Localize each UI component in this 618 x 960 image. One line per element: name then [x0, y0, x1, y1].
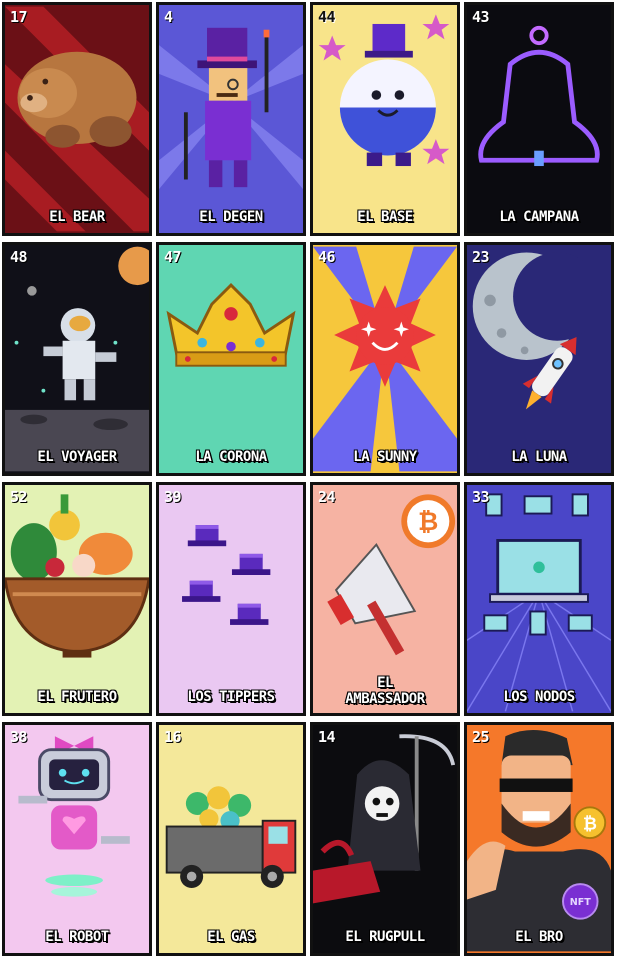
card-number: 25	[472, 728, 490, 746]
card-title: EL RUGPULL	[345, 929, 425, 945]
card-number: 16	[164, 728, 182, 746]
card-title: EL VOYAGER	[37, 449, 117, 465]
card-la-campana[interactable]: 43 LA CAMPANA	[464, 2, 614, 236]
card-title: EL BRO	[515, 929, 563, 945]
card-number: 14	[318, 728, 336, 746]
card-number: 24	[318, 488, 336, 506]
card-title: LA SUNNY	[353, 449, 417, 465]
card-la-corona[interactable]: 47 LA CORONA	[156, 242, 306, 476]
card-number: 23	[472, 248, 490, 266]
card-title: LA CAMPANA	[499, 209, 579, 225]
bro-bitcoin-illustration: NFT ₿	[467, 730, 611, 952]
card-title: EL FRUTERO	[37, 689, 117, 705]
card-number: 33	[472, 488, 490, 506]
card-title: EL AMBASSADOR	[345, 675, 425, 707]
card-el-bear[interactable]: 17 EL BEAR	[2, 2, 152, 236]
nft-badge: NFT	[570, 897, 592, 908]
card-title: LA LUNA	[511, 449, 567, 465]
card-el-degen[interactable]: 4 EL DEGEN	[156, 2, 306, 236]
card-number: 38	[10, 728, 28, 746]
card-el-frutero[interactable]: 52 EL FRUTERO	[2, 482, 152, 716]
degen-gentleman-illustration	[159, 27, 303, 190]
sun-illustration	[313, 246, 457, 472]
card-el-robot[interactable]: 38 EL ROBOT	[2, 722, 152, 956]
card-la-luna[interactable]: 23 LA LUNA	[464, 242, 614, 476]
card-title: EL BASE	[357, 209, 413, 225]
card-el-gas[interactable]: 16 EL GAS	[156, 722, 306, 956]
card-title: EL ROBOT	[45, 929, 109, 945]
card-number: 17	[10, 8, 28, 26]
grim-reaper-illustration	[313, 734, 456, 904]
moon-rocket-illustration	[472, 252, 602, 410]
card-title: EL DEGEN	[199, 209, 263, 225]
card-number: 52	[10, 488, 28, 506]
card-el-bro[interactable]: NFT ₿ 25 EL BRO	[464, 722, 614, 956]
card-number: 44	[318, 8, 336, 26]
card-number: 43	[472, 8, 490, 26]
astronaut-illustration	[5, 246, 149, 472]
crown-illustration	[166, 283, 296, 367]
card-los-tippers[interactable]: 39 LOS TIPPERS	[156, 482, 306, 716]
loteria-card-grid: 17 EL BEAR 4 EL DEGEN 44 EL BASE 43 LA C…	[0, 0, 618, 960]
card-el-base[interactable]: 44 EL BASE	[310, 2, 460, 236]
card-title: LA CORONA	[195, 449, 267, 465]
card-el-voyager[interactable]: 48 EL VOYAGER	[2, 242, 152, 476]
bell-illustration	[478, 25, 600, 167]
card-title: LOS NODOS	[503, 689, 575, 705]
card-number: 48	[10, 248, 28, 266]
card-title: LOS TIPPERS	[187, 689, 275, 705]
gas-truck-illustration	[165, 786, 297, 888]
robot-illustration	[18, 736, 130, 897]
base-mascot-illustration	[318, 14, 450, 167]
card-la-sunny[interactable]: 46 LA SUNNY	[310, 242, 460, 476]
fruit-bowl-illustration	[5, 494, 149, 658]
card-los-nodos[interactable]: 33 LOS NODOS	[464, 482, 614, 716]
card-number: 4	[164, 8, 173, 26]
top-hats-illustration	[182, 525, 271, 625]
bear-illustration	[5, 6, 149, 232]
bitcoin-icon: ₿	[418, 507, 438, 536]
bitcoin-icon: ₿	[583, 814, 597, 834]
card-el-ambassador[interactable]: ₿ 24 EL AMBASSADOR	[310, 482, 460, 716]
card-number: 47	[164, 248, 182, 266]
network-laptops-illustration	[467, 493, 611, 712]
card-el-rugpull[interactable]: 14 EL RUGPULL	[310, 722, 460, 956]
card-number: 39	[164, 488, 182, 506]
card-title: EL GAS	[207, 929, 255, 945]
card-number: 46	[318, 248, 336, 266]
card-title: EL BEAR	[49, 209, 105, 225]
